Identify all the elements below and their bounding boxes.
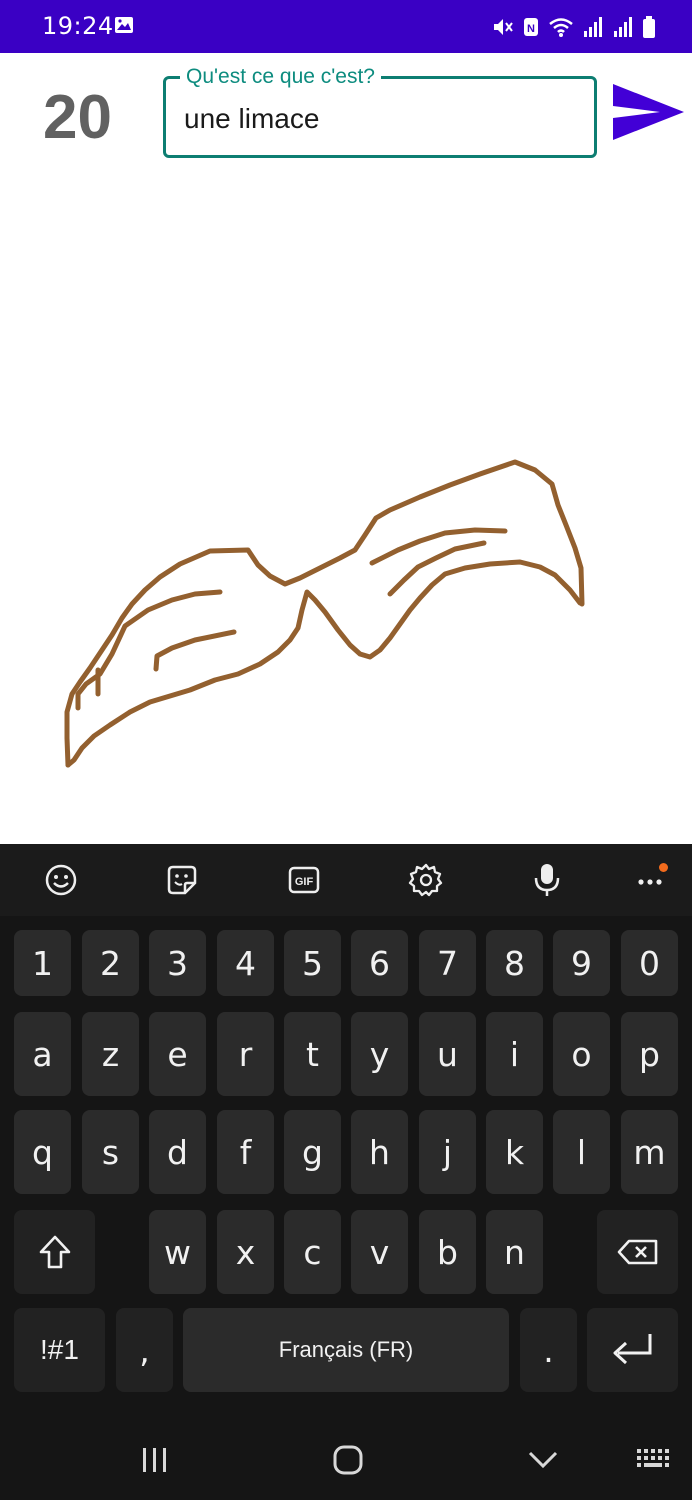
comma-key[interactable]: , [116, 1308, 173, 1392]
key-m[interactable]: m [621, 1110, 678, 1194]
shift-icon [39, 1235, 70, 1269]
key-7[interactable]: 7 [419, 930, 476, 996]
key-n[interactable]: n [486, 1210, 543, 1294]
countdown-timer: 20 [43, 83, 112, 152]
nfc-icon: N [524, 18, 538, 36]
gif-icon[interactable]: GIF [284, 860, 324, 900]
gif-label: GIF [295, 876, 314, 888]
key-b[interactable]: b [419, 1210, 476, 1294]
key-8[interactable]: 8 [486, 930, 543, 996]
key-o[interactable]: o [553, 1012, 610, 1096]
status-bar: 19:24 N [0, 0, 692, 53]
key-y[interactable]: y [351, 1012, 408, 1096]
key-k[interactable]: k [486, 1110, 543, 1194]
key-q[interactable]: q [14, 1110, 71, 1194]
guess-input[interactable] [184, 101, 584, 137]
slug-drawing [64, 459, 585, 768]
key-0[interactable]: 0 [621, 930, 678, 996]
signal-icon [584, 17, 602, 37]
key-c[interactable]: c [284, 1210, 341, 1294]
key-2[interactable]: 2 [82, 930, 139, 996]
key-a[interactable]: a [14, 1012, 71, 1096]
key-d[interactable]: d [149, 1110, 206, 1194]
navigation-bar [0, 1420, 692, 1500]
home-icon[interactable] [323, 1440, 373, 1480]
key-1[interactable]: 1 [14, 930, 71, 996]
key-l[interactable]: l [553, 1110, 610, 1194]
send-button[interactable] [610, 80, 686, 144]
back-icon[interactable] [518, 1440, 568, 1480]
key-g[interactable]: g [284, 1110, 341, 1194]
sticker-icon[interactable] [162, 860, 202, 900]
key-s[interactable]: s [82, 1110, 139, 1194]
key-9[interactable]: 9 [553, 930, 610, 996]
key-4[interactable]: 4 [217, 930, 274, 996]
key-i[interactable]: i [486, 1012, 543, 1096]
guess-label: Qu'est ce que c'est? [180, 65, 381, 89]
key-h[interactable]: h [351, 1110, 408, 1194]
period-key[interactable]: . [520, 1308, 577, 1392]
status-time: 19:24 [42, 12, 114, 40]
key-3[interactable]: 3 [149, 930, 206, 996]
key-p[interactable]: p [621, 1012, 678, 1096]
notification-dot [659, 863, 668, 872]
guess-field[interactable]: Qu'est ce que c'est? [163, 65, 597, 158]
wifi-icon [549, 18, 573, 37]
send-icon [613, 84, 684, 140]
key-e[interactable]: e [149, 1012, 206, 1096]
keyboard-icon[interactable] [628, 1440, 678, 1480]
key-w[interactable]: w [149, 1210, 206, 1294]
key-t[interactable]: t [284, 1012, 341, 1096]
keyboard-toolbar: GIF [0, 844, 692, 916]
key-r[interactable]: r [217, 1012, 274, 1096]
key-f[interactable]: f [217, 1110, 274, 1194]
key-u[interactable]: u [419, 1012, 476, 1096]
enter-key[interactable] [587, 1308, 678, 1392]
gear-icon[interactable] [406, 860, 446, 900]
recents-icon[interactable] [130, 1440, 180, 1480]
backspace-key[interactable] [597, 1210, 678, 1294]
battery-icon [643, 16, 655, 38]
key-v[interactable]: v [351, 1210, 408, 1294]
status-icons: N [490, 14, 656, 40]
drawing-canvas[interactable] [0, 170, 692, 842]
image-icon [115, 17, 133, 33]
shift-key[interactable] [14, 1210, 95, 1294]
signal-icon [614, 17, 632, 37]
keyboard: GIF 1 2 3 4 5 6 7 8 9 0 a z e r t y u i … [0, 844, 692, 1500]
key-6[interactable]: 6 [351, 930, 408, 996]
microphone-icon[interactable] [527, 860, 567, 900]
mute-icon [494, 19, 513, 35]
key-z[interactable]: z [82, 1012, 139, 1096]
svg-text:N: N [527, 23, 535, 35]
key-5[interactable]: 5 [284, 930, 341, 996]
key-j[interactable]: j [419, 1110, 476, 1194]
emoji-icon[interactable] [41, 860, 81, 900]
backspace-icon [617, 1239, 657, 1265]
enter-icon [613, 1334, 651, 1365]
symbols-key[interactable]: !#1 [14, 1308, 105, 1392]
key-x[interactable]: x [217, 1210, 274, 1294]
space-key[interactable]: Français (FR) [183, 1308, 509, 1392]
